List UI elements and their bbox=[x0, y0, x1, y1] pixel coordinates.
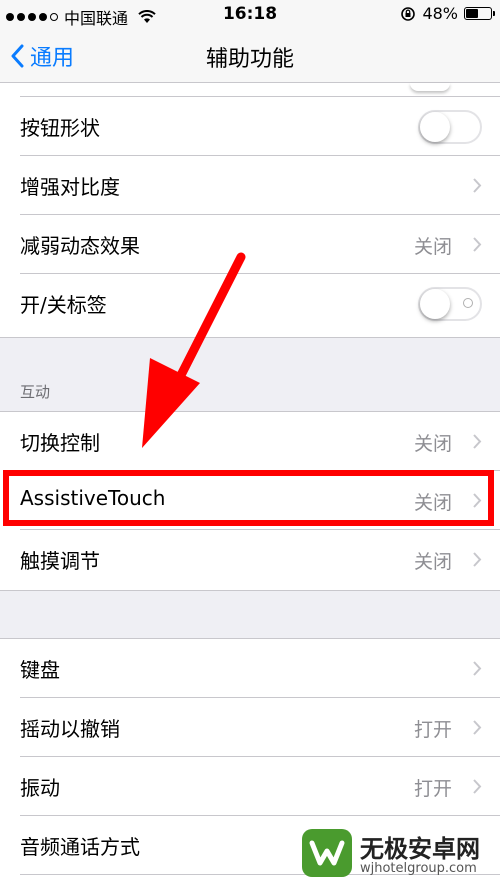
battery-icon bbox=[464, 7, 495, 20]
watermark-logo bbox=[302, 829, 352, 877]
display-settings-group: 按钮形状 增强对比度 减弱动态效果 关闭 开/关标签 bbox=[0, 83, 500, 338]
on-off-labels-toggle[interactable] bbox=[418, 287, 482, 321]
chevron-right-icon bbox=[473, 434, 482, 449]
scrolled-toggle-edge bbox=[410, 83, 450, 91]
chevron-right-icon bbox=[473, 552, 482, 567]
chevron-right-icon bbox=[473, 178, 482, 193]
status-bar: 中国联通 16:18 48% bbox=[0, 0, 500, 30]
chevron-right-icon bbox=[473, 661, 482, 676]
row-shake-to-undo[interactable]: 摇动以撤销 打开 bbox=[0, 698, 500, 757]
row-button-shapes[interactable]: 按钮形状 bbox=[0, 97, 500, 156]
row-touch-accommodations[interactable]: 触摸调节 关闭 bbox=[0, 530, 500, 589]
rotation-lock-icon bbox=[401, 6, 416, 21]
row-switch-control[interactable]: 切换控制 关闭 bbox=[0, 412, 500, 471]
section-header-interaction: 互动 bbox=[20, 383, 51, 401]
button-shapes-toggle[interactable] bbox=[418, 110, 482, 144]
battery-percent: 48% bbox=[422, 4, 458, 23]
annotation-highlight-box bbox=[3, 470, 494, 526]
row-keyboard[interactable]: 键盘 bbox=[0, 639, 500, 698]
watermark: 无极安卓网 wjhotelgroup.com bbox=[302, 825, 492, 883]
row-increase-contrast[interactable]: 增强对比度 bbox=[0, 156, 500, 215]
page-title: 辅助功能 bbox=[205, 47, 294, 72]
navigation-bar: 通用 辅助功能 bbox=[0, 30, 500, 83]
chevron-right-icon bbox=[473, 720, 482, 735]
row-on-off-labels[interactable]: 开/关标签 bbox=[0, 274, 500, 333]
chevron-right-icon bbox=[473, 779, 482, 794]
off-circle-icon bbox=[463, 298, 473, 308]
row-vibration[interactable]: 振动 打开 bbox=[0, 757, 500, 816]
chevron-right-icon bbox=[473, 237, 482, 252]
row-reduce-motion[interactable]: 减弱动态效果 关闭 bbox=[0, 215, 500, 274]
